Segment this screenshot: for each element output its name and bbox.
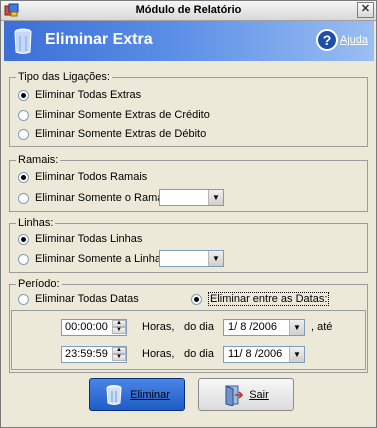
line-select[interactable]: ▼	[159, 250, 224, 267]
chevron-down-icon[interactable]: ▼	[208, 190, 223, 205]
end-time-spinner[interactable]: ▲ ▼	[112, 347, 126, 362]
radio-single-extension[interactable]: Eliminar Somente o Ramal :	[18, 191, 172, 205]
chevron-down-icon[interactable]: ▼	[208, 251, 223, 266]
radio-credit-extras[interactable]: Eliminar Somente Extras de Crédito	[18, 108, 210, 122]
close-button[interactable]: ✕	[357, 2, 374, 18]
trash-icon	[14, 28, 32, 54]
start-date-value: 1/ 8 /2006	[228, 321, 277, 333]
lines-group-title: Linhas:	[16, 217, 56, 229]
end-date-value: 11/ 8 /2006	[228, 348, 283, 360]
extensions-group: Ramais: Eliminar Todos Ramais Eliminar S…	[9, 154, 368, 212]
help-label[interactable]: Ajuda	[340, 34, 368, 46]
until-label: , até	[311, 321, 333, 333]
spin-up-icon[interactable]: ▲	[112, 347, 126, 354]
radio-button[interactable]	[18, 89, 29, 101]
banner-title: Eliminar Extra	[45, 31, 153, 48]
radio-debit-extras[interactable]: Eliminar Somente Extras de Débito	[18, 127, 206, 141]
period-group: Período: Eliminar Todas Datas Eliminar e…	[9, 278, 368, 373]
call-type-group: Tipo das Ligações: Eliminar Todas Extras…	[9, 71, 368, 147]
end-time-input[interactable]: 23:59:59 ▲ ▼	[61, 346, 127, 363]
exit-door-icon	[225, 384, 244, 406]
radio-all-lines[interactable]: Eliminar Todas Linhas	[18, 232, 142, 246]
title-bar: Módulo de Relatório ✕	[1, 1, 376, 21]
extensions-group-title: Ramais:	[16, 154, 61, 166]
radio-button[interactable]	[18, 293, 29, 305]
spin-down-icon[interactable]: ▼	[112, 354, 126, 361]
radio-all-extras[interactable]: Eliminar Todas Extras	[18, 88, 141, 102]
start-time-input[interactable]: 00:00:00 ▲ ▼	[61, 319, 127, 336]
help-icon[interactable]: ?	[316, 29, 338, 51]
radio-label: Eliminar Somente Extras de Débito	[35, 128, 207, 140]
start-hours-label: Horas,	[142, 321, 175, 333]
start-time-value: 00:00:00	[65, 321, 108, 333]
chevron-down-icon[interactable]: ▼	[289, 347, 304, 362]
sair-button[interactable]: Sair	[198, 378, 294, 411]
start-day-label: do dia	[184, 321, 214, 333]
lines-group: Linhas: Eliminar Todas Linhas Eliminar S…	[9, 217, 368, 273]
radio-button[interactable]	[18, 233, 29, 245]
period-group-title: Período:	[16, 278, 62, 290]
end-time-value: 23:59:59	[65, 348, 108, 360]
radio-label: Eliminar Todas Extras	[35, 89, 142, 101]
end-hours-label: Horas,	[142, 348, 175, 360]
date-range-frame: 00:00:00 ▲ ▼ Horas, do dia 1/ 8 /2006 ▼ …	[11, 310, 366, 370]
radio-between-dates[interactable]: Eliminar entre as Datas:	[191, 292, 330, 306]
spin-down-icon[interactable]: ▼	[112, 327, 126, 334]
chevron-down-icon[interactable]: ▼	[289, 320, 304, 335]
window-title: Módulo de Relatório	[135, 4, 242, 16]
radio-label: Eliminar Todos Ramais	[35, 171, 148, 183]
end-day-label: do dia	[184, 348, 214, 360]
radio-label: Eliminar entre as Datas:	[208, 292, 330, 306]
radio-all-dates[interactable]: Eliminar Todas Datas	[18, 292, 139, 306]
call-type-group-title: Tipo das Ligações:	[16, 71, 112, 83]
start-time-spinner[interactable]: ▲ ▼	[112, 320, 126, 335]
header-banner: Eliminar Extra ? Ajuda	[4, 21, 374, 61]
report-module-window: Módulo de Relatório ✕ Eliminar Extra ? A…	[0, 0, 377, 428]
trash-icon	[106, 384, 122, 405]
radio-label: Eliminar Somente Extras de Crédito	[35, 109, 210, 121]
eliminar-button-label: Eliminar	[130, 388, 170, 401]
radio-label: Eliminar Todas Linhas	[35, 233, 143, 245]
radio-button[interactable]	[191, 293, 202, 305]
spin-up-icon[interactable]: ▲	[112, 320, 126, 327]
radio-all-extensions[interactable]: Eliminar Todos Ramais	[18, 170, 147, 184]
end-date-picker[interactable]: 11/ 8 /2006 ▼	[223, 346, 305, 363]
radio-label: Eliminar Somente o Ramal :	[35, 192, 172, 204]
radio-button[interactable]	[18, 109, 29, 121]
eliminar-button[interactable]: Eliminar	[89, 378, 185, 411]
radio-button[interactable]	[18, 128, 29, 140]
help-link[interactable]: ? Ajuda	[308, 29, 368, 53]
sair-button-label: Sair	[249, 388, 269, 401]
radio-button[interactable]	[18, 253, 29, 265]
radio-single-line[interactable]: Eliminar Somente a Linha :	[18, 252, 167, 266]
radio-label: Eliminar Todas Datas	[35, 293, 139, 305]
extension-select[interactable]: ▼	[159, 189, 224, 206]
start-date-picker[interactable]: 1/ 8 /2006 ▼	[223, 319, 305, 336]
radio-button[interactable]	[18, 171, 29, 183]
radio-button[interactable]	[18, 192, 29, 204]
radio-label: Eliminar Somente a Linha :	[35, 253, 168, 265]
